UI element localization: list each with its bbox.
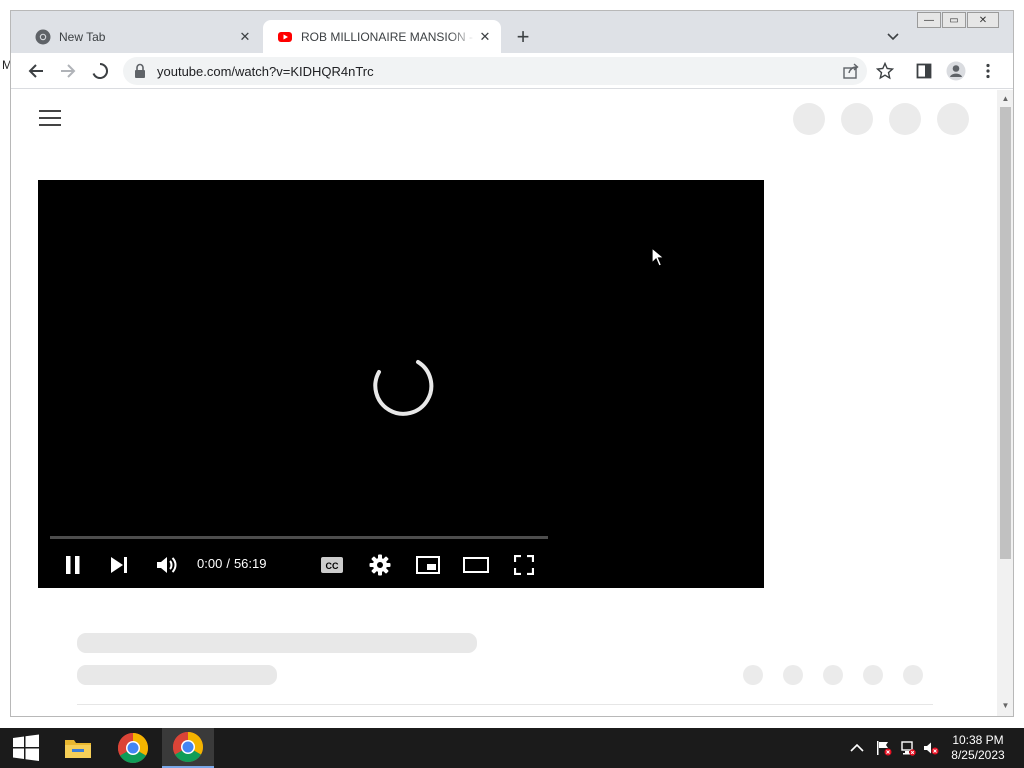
loading-spinner-icon[interactable] [88, 59, 112, 83]
clock-date: 8/25/2023 [951, 748, 1005, 762]
clock-time: 10:38 PM [952, 733, 1004, 747]
tab-title: New Tab [59, 29, 106, 44]
url-text[interactable]: youtube.com/watch?v=KIDHQR4nTrc [157, 64, 374, 79]
bookmark-star-icon[interactable] [873, 59, 897, 83]
content-divider [77, 704, 933, 705]
header-placeholder-circle [793, 103, 825, 135]
next-track-icon[interactable] [106, 552, 132, 578]
windows-start-icon[interactable] [0, 728, 52, 768]
header-placeholder-circle [841, 103, 873, 135]
page-scrollbar[interactable]: ▲ ▼ [997, 90, 1013, 716]
time-separator: / [226, 556, 230, 571]
fullscreen-icon[interactable] [511, 552, 537, 578]
theater-mode-icon[interactable] [463, 552, 489, 578]
action-placeholder-dot [903, 665, 923, 685]
tab-new-tab[interactable]: New Tab ✕ [21, 20, 261, 53]
hamburger-menu-icon[interactable] [39, 110, 61, 128]
channel-placeholder [77, 665, 277, 685]
browser-window: New Tab ✕ ROB MILLIONAIRE MANSION - RO ✕… [10, 10, 1014, 717]
close-tab-icon[interactable]: ✕ [235, 27, 255, 47]
settings-gear-icon[interactable] [367, 552, 393, 578]
tab-strip: New Tab ✕ ROB MILLIONAIRE MANSION - RO ✕… [11, 11, 1013, 53]
address-bar[interactable]: youtube.com/watch?v=KIDHQR4nTrc [123, 57, 867, 85]
mouse-cursor-icon [651, 247, 665, 267]
closed-captions-icon[interactable]: CC [319, 552, 345, 578]
back-arrow-icon[interactable] [24, 59, 48, 83]
duration: 56:19 [233, 556, 267, 571]
youtube-icon [277, 29, 293, 45]
action-center-flag-icon[interactable] [876, 740, 892, 756]
system-clock[interactable]: 10:38 PM 8/25/2023 [944, 733, 1012, 763]
side-panel-icon[interactable] [912, 59, 936, 83]
title-placeholder [77, 633, 477, 653]
profile-avatar-icon[interactable] [944, 59, 968, 83]
pause-icon[interactable] [60, 552, 86, 578]
chrome-icon[interactable] [107, 728, 159, 768]
browser-toolbar: youtube.com/watch?v=KIDHQR4nTrc [11, 53, 1013, 89]
volume-icon[interactable] [154, 552, 180, 578]
scroll-down-arrow-icon[interactable]: ▼ [1001, 701, 1010, 710]
tab-youtube-video[interactable]: ROB MILLIONAIRE MANSION - RO ✕ [263, 20, 501, 53]
network-icon[interactable] [900, 740, 916, 756]
action-placeholder-dot [863, 665, 883, 685]
tab-search-chevron-icon[interactable] [883, 27, 903, 47]
maximize-button[interactable]: ▭ [942, 12, 966, 28]
cc-label: CC [326, 561, 339, 571]
lock-icon [135, 63, 145, 78]
close-window-button[interactable]: ✕ [967, 12, 999, 28]
action-placeholder-dot [823, 665, 843, 685]
youtube-page: 0:00/56:19 CC [11, 90, 997, 716]
header-placeholder-circle [937, 103, 969, 135]
tray-chevron-up-icon[interactable] [849, 740, 865, 756]
action-placeholder-dot [743, 665, 763, 685]
tab-title: ROB MILLIONAIRE MANSION - RO [301, 29, 475, 44]
time-display: 0:00/56:19 [197, 556, 266, 571]
close-tab-icon[interactable]: ✕ [475, 27, 495, 47]
header-placeholder-circle [889, 103, 921, 135]
volume-muted-icon[interactable] [923, 740, 939, 756]
minimize-button[interactable]: — [917, 12, 941, 28]
scroll-thumb[interactable] [1000, 107, 1011, 559]
chrome-icon [35, 29, 51, 45]
file-explorer-icon[interactable] [52, 728, 104, 768]
forward-arrow-icon[interactable] [56, 59, 80, 83]
player-controls: 0:00/56:19 CC [38, 544, 764, 584]
current-time: 0:00 [197, 556, 223, 571]
share-icon[interactable] [841, 61, 861, 81]
taskbar: 10:38 PM 8/25/2023 [0, 728, 1024, 768]
video-player[interactable]: 0:00/56:19 CC [38, 180, 764, 588]
loading-spinner-icon [373, 360, 434, 416]
miniplayer-icon[interactable] [415, 552, 441, 578]
progress-bar[interactable] [50, 536, 548, 539]
kebab-menu-icon[interactable] [976, 59, 1000, 83]
scroll-up-arrow-icon[interactable]: ▲ [1001, 94, 1010, 103]
new-tab-button[interactable]: + [511, 24, 535, 49]
chrome-icon[interactable] [162, 728, 214, 768]
action-placeholder-dot [783, 665, 803, 685]
